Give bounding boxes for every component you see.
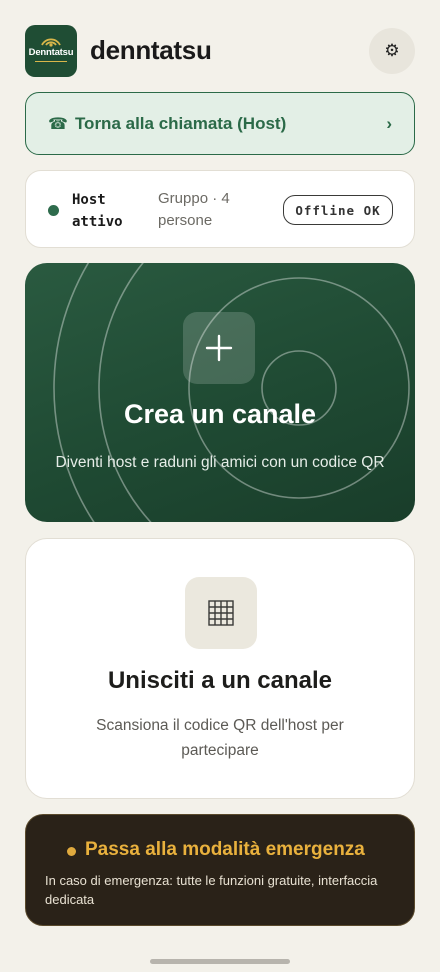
home-indicator (150, 959, 290, 964)
create-channel-title: Crea un canale (123, 399, 317, 429)
group-info: Gruppo · 4 persone (158, 190, 230, 229)
logo-underline (35, 61, 67, 62)
emergency-subtitle: In caso di emergenza: tutte le funzioni … (45, 873, 378, 907)
create-channel-subtitle: Diventi host e raduni gli amici con un c… (55, 454, 385, 471)
host-status-text: Host attivo (72, 192, 123, 230)
create-channel-card[interactable]: Crea un canale Diventi host e raduni gli… (25, 263, 415, 522)
gear-icon: ⚙ (384, 41, 400, 60)
return-to-call-label: Torna alla chiamata (Host) (74, 113, 287, 133)
settings-button[interactable]: ⚙ (369, 28, 415, 74)
offline-badge: Offline OK (283, 195, 393, 225)
plus-icon-box (183, 312, 255, 384)
qr-icon-box (185, 577, 257, 649)
app-logo: Denntatsu (25, 25, 77, 77)
header: Denntatsu denntatsu ⚙ (25, 25, 415, 77)
app-title: denntatsu (90, 35, 212, 65)
plus-icon (205, 334, 233, 362)
emergency-mode-button[interactable]: Passa alla modalità emergenza In caso di… (25, 814, 415, 926)
signal-icon (41, 38, 61, 47)
chevron-right-icon: › (386, 113, 392, 133)
phone-icon: ☎ (48, 115, 68, 133)
status-card: Host attivo Gruppo · 4 persone Offline O… (25, 170, 415, 248)
join-channel-subtitle: Scansiona il codice QR dell'host per par… (96, 717, 344, 759)
app-screen: Denntatsu denntatsu ⚙ ☎ Torna alla chiam… (0, 0, 440, 972)
qr-grid-icon (208, 600, 234, 626)
emergency-dot (67, 847, 76, 856)
emergency-title: Passa alla modalità emergenza (85, 839, 365, 860)
logo-text: Denntatsu (28, 47, 74, 58)
join-channel-card[interactable]: Unisciti a un canale Scansiona il codice… (25, 538, 415, 799)
return-to-call-button[interactable]: ☎ Torna alla chiamata (Host) › (25, 92, 415, 155)
rings-decoration (53, 263, 410, 522)
status-dot (48, 205, 59, 216)
join-channel-title: Unisciti a un canale (107, 667, 333, 694)
